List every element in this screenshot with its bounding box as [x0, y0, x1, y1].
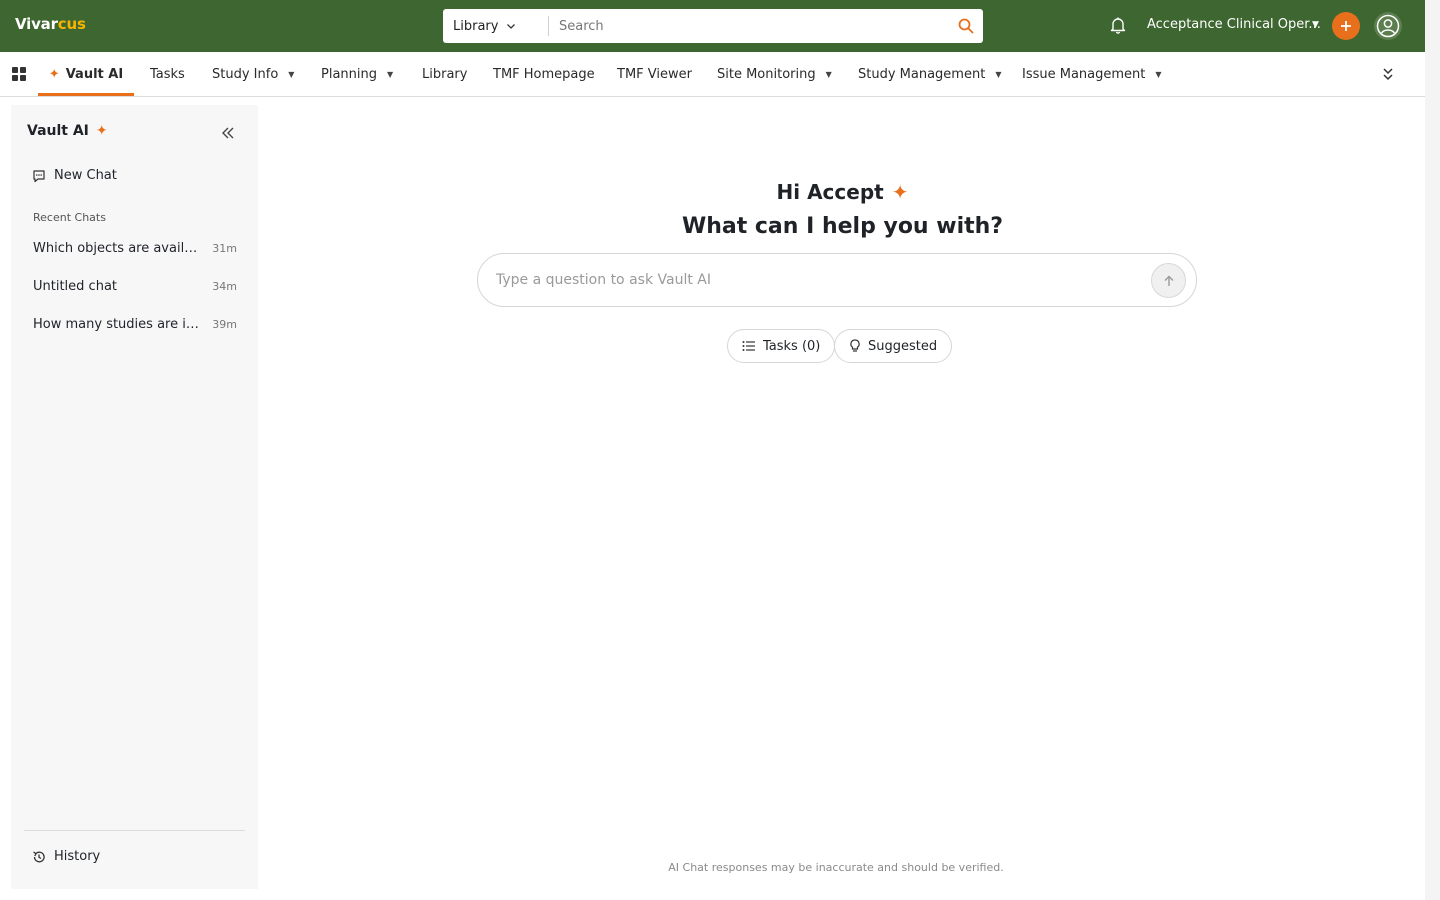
new-chat-label: New Chat	[54, 168, 117, 183]
sidebar-divider	[24, 830, 245, 831]
logo-text-main: Vivar	[15, 15, 58, 33]
lightbulb-icon	[850, 339, 860, 352]
new-chat-button[interactable]: New Chat	[32, 168, 117, 183]
chat-time: 39m	[212, 317, 237, 331]
tab-label: Library	[422, 66, 468, 82]
tab-tmf-homepage[interactable]: TMF Homepage	[493, 52, 595, 96]
sidebar-title: Vault AI ✦	[27, 123, 108, 139]
history-icon	[33, 850, 45, 862]
tab-study-info[interactable]: Study Info ▼	[212, 52, 294, 96]
prompt-heading: What can I help you with?	[681, 214, 1004, 239]
vault-ai-sidebar: Vault AI ✦ New Chat Recent Chats Which ob…	[11, 105, 258, 889]
list-icon	[742, 341, 755, 351]
page-scroll-gutter	[1425, 0, 1440, 900]
recent-chat-item[interactable]: Which objects are available in this vaul…	[33, 238, 237, 258]
tab-issue-management[interactable]: Issue Management ▼	[1022, 52, 1162, 96]
tab-label: Issue Management	[1022, 66, 1146, 82]
chat-time: 34m	[212, 279, 237, 293]
caret-down-icon: ▼	[387, 69, 394, 79]
recent-chat-item[interactable]: Untitled chat 34m	[33, 276, 237, 296]
history-button[interactable]: History	[32, 849, 100, 864]
sparkle-icon: ✦	[95, 123, 108, 139]
tab-label: Vault AI	[65, 66, 124, 82]
tab-label: TMF Homepage	[493, 66, 595, 82]
tab-label: Planning	[321, 66, 377, 82]
recent-chats-heading: Recent Chats	[33, 211, 106, 224]
chat-title: How many studies are in this vault?	[33, 316, 205, 332]
profile-button[interactable]	[1374, 12, 1402, 40]
chat-bubble-icon	[33, 169, 45, 182]
apps-grid-icon[interactable]	[12, 67, 26, 81]
caret-down-icon: ▼	[288, 69, 295, 79]
tasks-chip[interactable]: Tasks (0)	[727, 329, 836, 363]
suggested-chip[interactable]: Suggested	[834, 329, 953, 363]
chat-time: 31m	[212, 241, 237, 255]
app-logo[interactable]: Vivarcus	[15, 15, 86, 33]
tab-study-management[interactable]: Study Management ▼	[858, 52, 1001, 96]
recent-chat-item[interactable]: How many studies are in this vault? 39m	[33, 314, 237, 334]
top-bar: Vivarcus Library Acceptance Clinical Ope…	[0, 0, 1425, 52]
tab-site-monitoring[interactable]: Site Monitoring ▼	[717, 52, 832, 96]
ask-input[interactable]	[496, 254, 1136, 306]
sidebar-title-text: Vault AI	[27, 123, 89, 139]
search-scope-label: Library	[453, 18, 499, 34]
tab-tmf-viewer[interactable]: TMF Viewer	[617, 52, 692, 96]
org-selector[interactable]: Acceptance Clinical Oper...	[1147, 17, 1321, 32]
double-chevron-down-icon[interactable]	[1381, 66, 1395, 82]
sparkle-icon: ✦	[891, 180, 909, 204]
arrow-up-icon	[1164, 275, 1173, 286]
search-scope-select[interactable]: Library	[443, 9, 548, 43]
history-label: History	[54, 849, 101, 864]
tab-label: TMF Viewer	[617, 66, 692, 82]
sparkle-icon: ✦	[48, 66, 60, 82]
user-icon	[1376, 14, 1400, 38]
ai-disclaimer: AI Chat responses may be inaccurate and …	[668, 861, 1004, 874]
global-search: Library	[443, 9, 983, 43]
search-input[interactable]	[559, 9, 939, 43]
caret-down-icon[interactable]: ▼	[1312, 20, 1319, 30]
tab-label: Site Monitoring	[717, 66, 816, 82]
tab-label: Tasks	[150, 66, 185, 82]
logo-text-accent: cus	[57, 15, 86, 33]
chevron-down-icon	[507, 24, 516, 29]
tab-planning[interactable]: Planning ▼	[321, 52, 393, 96]
collapse-sidebar-icon[interactable]	[220, 125, 236, 141]
caret-down-icon: ▼	[1155, 69, 1162, 79]
caret-down-icon: ▼	[995, 69, 1002, 79]
tasks-chip-label: Tasks (0)	[763, 338, 821, 354]
search-divider	[548, 16, 549, 36]
chat-title: Which objects are available in this vaul…	[33, 240, 205, 256]
suggested-chip-label: Suggested	[868, 338, 938, 354]
chat-title: Untitled chat	[33, 278, 118, 294]
nav-bar: ✦ Vault AI Tasks Study Info ▼ Planning ▼ Li…	[0, 52, 1425, 97]
ask-box	[477, 253, 1197, 307]
bell-icon[interactable]	[1108, 15, 1128, 35]
send-button[interactable]	[1151, 263, 1186, 298]
create-button[interactable]	[1332, 12, 1360, 40]
tab-vault-ai[interactable]: ✦ Vault AI	[38, 52, 134, 96]
tab-label: Study Management	[858, 66, 986, 82]
tab-label: Study Info	[212, 66, 279, 82]
caret-down-icon: ▼	[825, 69, 832, 79]
tab-tasks[interactable]: Tasks	[150, 52, 185, 96]
tab-library[interactable]: Library	[422, 52, 467, 96]
greeting-text: Hi Accept	[776, 180, 884, 204]
search-icon[interactable]	[957, 17, 975, 35]
plus-icon	[1341, 21, 1351, 31]
greeting-heading: Hi Accept ✦	[260, 180, 1425, 204]
